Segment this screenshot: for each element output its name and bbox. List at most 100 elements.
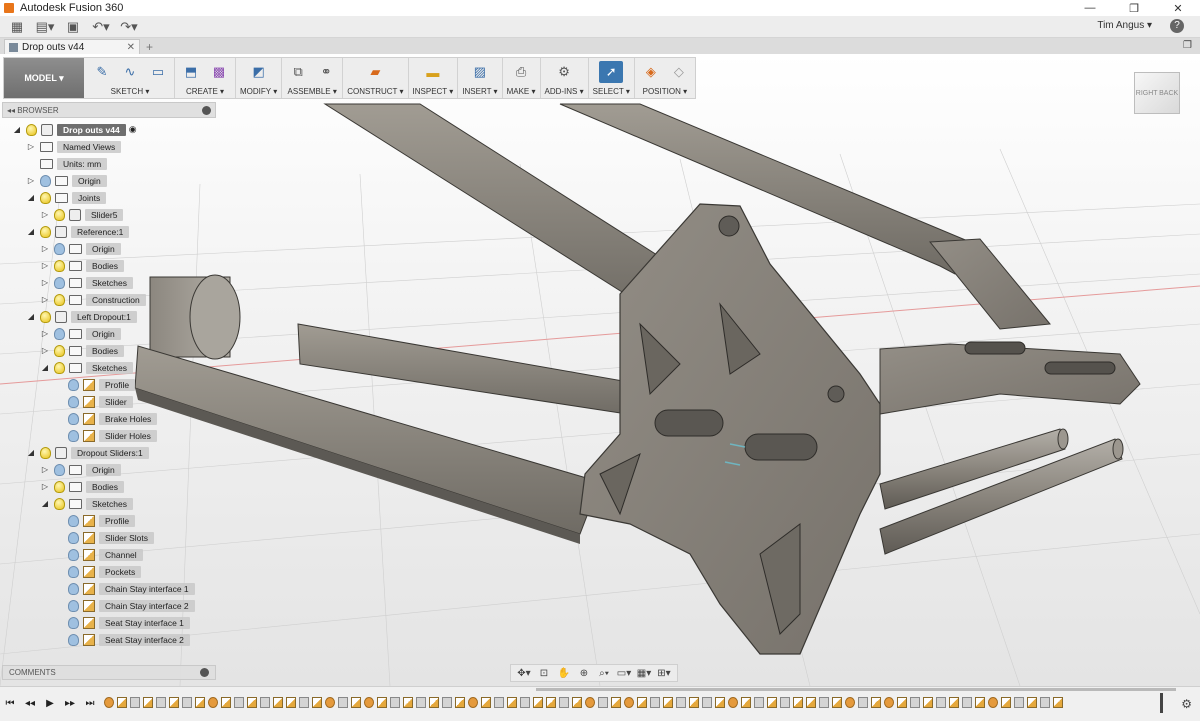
close-tab-icon[interactable]: ✕ (127, 42, 135, 53)
timeline-feature-icon[interactable] (260, 697, 270, 708)
save-icon[interactable]: ▣ (62, 17, 84, 37)
timeline-feature-icon[interactable] (962, 697, 972, 708)
timeline-feature-icon[interactable] (481, 697, 491, 708)
timeline-feature-icon[interactable] (663, 697, 673, 708)
help-icon[interactable]: ? (1170, 19, 1184, 33)
timeline-feature-icon[interactable] (1001, 697, 1011, 708)
timeline-feature-icon[interactable] (910, 697, 920, 708)
position-group[interactable]: ◈ ◇ POSITION ▾ (635, 58, 695, 98)
timeline-settings-icon[interactable]: ⚙ (1181, 697, 1192, 711)
display-settings-icon[interactable]: ▭▾ (615, 666, 633, 680)
timeline-feature-icon[interactable] (247, 697, 257, 708)
timeline-scrollbar[interactable] (536, 688, 1176, 691)
timeline-feature-icon[interactable] (130, 697, 140, 708)
tree-node-sketch-brake-holes[interactable]: Brake Holes (54, 411, 158, 426)
grid-menu-icon[interactable]: ▦ (6, 17, 28, 37)
timeline-feature-icon[interactable] (988, 697, 998, 708)
extrude-icon[interactable]: ⬒ (179, 61, 203, 83)
insert-group[interactable]: ▨ INSERT ▾ (458, 58, 503, 98)
timeline-feature-icon[interactable] (286, 697, 296, 708)
timeline-feature-icon[interactable] (1053, 697, 1063, 708)
timeline-feature-icon[interactable] (364, 697, 374, 708)
timeline-feature-icon[interactable] (1040, 697, 1050, 708)
first-step-icon[interactable]: ⏮ (4, 697, 16, 709)
restore-button[interactable]: ❐ (1112, 0, 1156, 16)
pan-icon[interactable]: ✋ (555, 666, 573, 680)
rectangle-icon[interactable]: ▭ (146, 61, 170, 83)
add-comment-icon[interactable] (200, 668, 209, 677)
select-cursor-icon[interactable]: ➚ (599, 61, 624, 83)
modify-menu[interactable]: MODIFY ▾ (240, 87, 277, 96)
timeline-feature-icon[interactable] (819, 697, 829, 708)
zoom-icon[interactable]: ⊕ (575, 666, 593, 680)
new-component-icon[interactable]: ⧉ (286, 61, 310, 83)
timeline-feature-icon[interactable] (897, 697, 907, 708)
select-menu[interactable]: SELECT ▾ (593, 87, 630, 96)
create-menu[interactable]: CREATE ▾ (186, 87, 224, 96)
browser-pin-icon[interactable] (202, 105, 211, 115)
tree-node-left-dropout-origin[interactable]: ▷ Origin (40, 326, 121, 341)
timeline-feature-icon[interactable] (416, 697, 426, 708)
tree-node-units[interactable]: Units: mm (26, 156, 108, 171)
timeline-feature-icon[interactable] (351, 697, 361, 708)
close-window-button[interactable]: ✕ (1156, 0, 1200, 16)
make-menu[interactable]: MAKE ▾ (507, 87, 536, 96)
scripts-icon[interactable]: ⚙ (552, 61, 576, 83)
timeline-feature-icon[interactable] (455, 697, 465, 708)
last-step-icon[interactable]: ⏭ (84, 697, 96, 709)
add-ins-menu[interactable]: ADD-INS ▾ (545, 87, 584, 96)
spline-icon[interactable]: ∿ (118, 61, 142, 83)
viewports-icon[interactable]: ⊞▾ (655, 666, 673, 680)
add-ins-group[interactable]: ⚙ ADD-INS ▾ (541, 58, 589, 98)
timeline-marker[interactable] (1160, 693, 1163, 713)
timeline-feature-icon[interactable] (806, 697, 816, 708)
timeline-feature-icon[interactable] (520, 697, 530, 708)
timeline-feature-icon[interactable] (182, 697, 192, 708)
timeline-feature-icon[interactable] (754, 697, 764, 708)
timeline-feature-icon[interactable] (208, 697, 218, 708)
tree-node-construction[interactable]: ▷ Construction (40, 292, 146, 307)
undo-icon[interactable]: ↶▾ (90, 17, 112, 37)
timeline-feature-icon[interactable] (546, 697, 556, 708)
timeline-feature-icon[interactable] (195, 697, 205, 708)
timeline-feature-icon[interactable] (572, 697, 582, 708)
joint-icon[interactable]: ⚭ (314, 61, 338, 83)
construct-group[interactable]: ▰ CONSTRUCT ▾ (343, 58, 409, 98)
timeline-feature-icon[interactable] (234, 697, 244, 708)
3d-print-icon[interactable]: ⎙ (509, 61, 533, 83)
document-tab[interactable]: Drop outs v44 ✕ (4, 39, 140, 54)
create-sketch-icon[interactable]: ✎ (90, 61, 114, 83)
timeline-feature-icon[interactable] (429, 697, 439, 708)
tree-node-sketch-slider-slots[interactable]: Slider Slots (54, 530, 154, 545)
grid-settings-icon[interactable]: ▦▾ (635, 666, 653, 680)
new-tab-icon[interactable]: + (146, 40, 153, 54)
timeline-feature-icon[interactable] (1027, 697, 1037, 708)
timeline-feature-icon[interactable] (169, 697, 179, 708)
tree-node-sketch-profile-2[interactable]: Profile (54, 513, 136, 528)
tree-node-sketch-chain-stay-1[interactable]: Chain Stay interface 1 (54, 581, 195, 596)
timeline-feature-icon[interactable] (559, 697, 569, 708)
tree-node-dropout-sliders-origin[interactable]: ▷ Origin (40, 462, 121, 477)
tree-node-slider5[interactable]: ▷ Slider5 (40, 207, 124, 222)
create-group[interactable]: ⬒ ▩ CREATE ▾ (175, 58, 236, 98)
inspect-menu[interactable]: INSPECT ▾ (413, 87, 454, 96)
next-step-icon[interactable]: ▸▸ (64, 697, 76, 709)
timeline-feature-icon[interactable] (923, 697, 933, 708)
tree-node-sketch-seat-stay-1[interactable]: Seat Stay interface 1 (54, 615, 190, 630)
timeline-feature-icon[interactable] (143, 697, 153, 708)
timeline-feature-icon[interactable] (494, 697, 504, 708)
timeline-feature-icon[interactable] (858, 697, 868, 708)
timeline-feature-icon[interactable] (585, 697, 595, 708)
tree-node-sketch-pockets[interactable]: Pockets (54, 564, 142, 579)
tree-node-joints[interactable]: ◢ Joints (26, 190, 107, 205)
tree-node-reference-bodies[interactable]: ▷ Bodies (40, 258, 124, 273)
timeline-feature-icon[interactable] (884, 697, 894, 708)
restore-document-icon[interactable]: ❐ (1183, 40, 1192, 51)
timeline-feature-icon[interactable] (325, 697, 335, 708)
timeline-feature-icon[interactable] (715, 697, 725, 708)
assemble-menu[interactable]: ASSEMBLE ▾ (288, 87, 337, 96)
press-pull-icon[interactable]: ◩ (247, 61, 271, 83)
timeline-feature-icon[interactable] (299, 697, 309, 708)
tree-node-left-dropout-sketches[interactable]: ◢ Sketches (40, 360, 133, 375)
timeline-feature-icon[interactable] (702, 697, 712, 708)
